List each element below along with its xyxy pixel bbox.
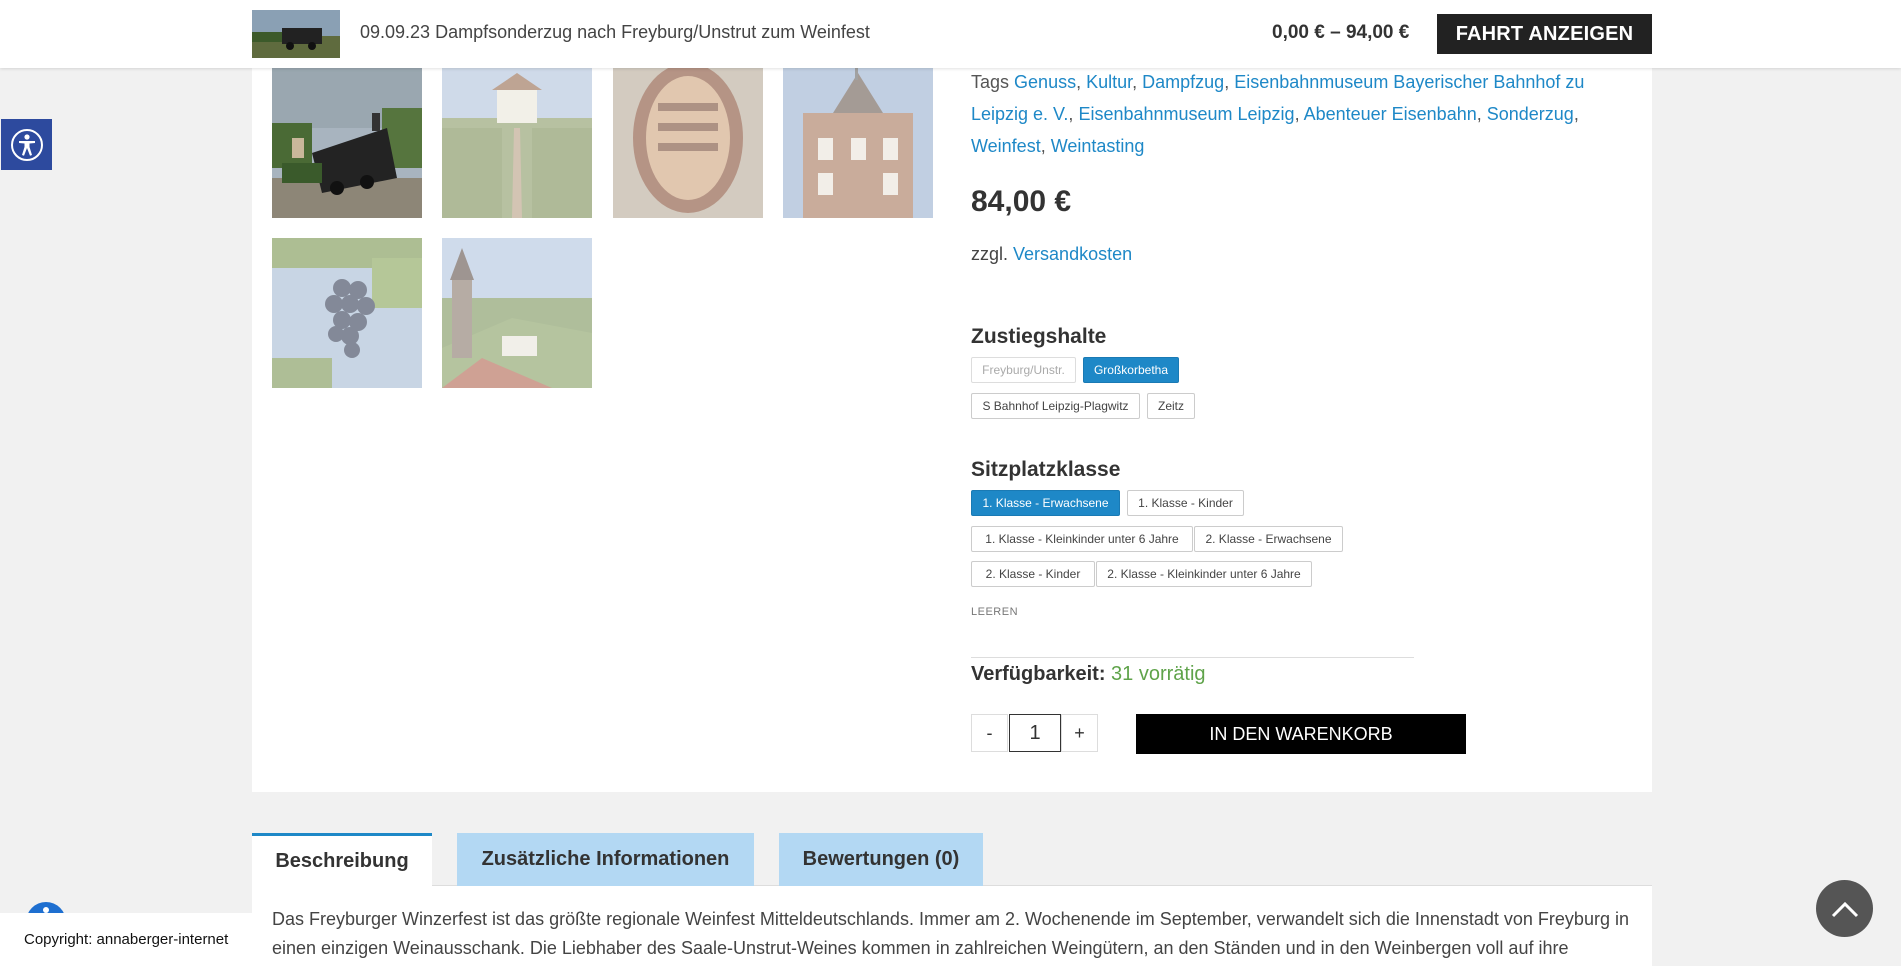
copyright-notice: Copyright: annaberger-internet <box>0 913 252 966</box>
stop-option[interactable]: S Bahnhof Leipzig-Plagwitz <box>971 393 1140 419</box>
class-option[interactable]: 1. Klasse - Kleinkinder unter 6 Jahre <box>971 526 1193 552</box>
clear-selection-link[interactable]: LEEREN <box>971 606 1018 618</box>
tag-link[interactable]: Weinfest <box>971 136 1041 156</box>
stop-option[interactable]: Freyburg/Unstr. <box>971 357 1076 383</box>
class-option[interactable]: 2. Klasse - Kleinkinder unter 6 Jahre <box>1096 561 1312 587</box>
gallery-image-vineyard[interactable] <box>442 68 592 218</box>
tab-description[interactable]: Beschreibung <box>252 833 432 886</box>
tag-link[interactable]: Sonderzug <box>1487 104 1574 124</box>
sticky-product-title: 09.09.23 Dampfsonderzug nach Freyburg/Un… <box>360 22 870 42</box>
product-price: 84,00 € <box>971 185 1072 218</box>
stock-label: Verfügbarkeit: <box>971 663 1106 685</box>
quantity-plus-button[interactable]: + <box>1061 714 1098 752</box>
add-to-cart-button[interactable]: IN DEN WARENKORB <box>1136 714 1466 754</box>
product-tags: Tags Genuss, Kultur, Dampfzug, Eisenbahn… <box>971 72 1585 156</box>
class-option[interactable]: 2. Klasse - Kinder <box>971 561 1095 587</box>
gallery-image-town-hall[interactable] <box>783 68 933 218</box>
stop-option-selected[interactable]: Großkorbetha <box>1083 357 1179 383</box>
description-text: Das Freyburger Winzerfest ist das größte… <box>272 909 1629 958</box>
sticky-product-bar: 09.09.23 Dampfsonderzug nach Freyburg/Un… <box>0 0 1901 68</box>
gallery-image-steam-train[interactable] <box>272 68 422 218</box>
chevron-up-icon <box>1831 901 1858 917</box>
scroll-to-top-button[interactable] <box>1816 880 1873 937</box>
sticky-price-range: 0,00 € – 94,00 € <box>1272 22 1410 43</box>
stock-status: Verfügbarkeit: 31 vorrätig <box>971 663 1206 686</box>
tag-link[interactable]: Dampfzug <box>1142 72 1224 92</box>
stops-label: Zustiegshalte <box>971 325 1107 348</box>
tab-additional-info[interactable]: Zusätzliche Informationen <box>457 833 754 886</box>
divider <box>971 657 1414 658</box>
tag-link[interactable]: Eisenbahnmuseum Leipzig <box>1078 104 1294 124</box>
class-label: Sitzplatzklasse <box>971 458 1121 481</box>
class-option[interactable]: 1. Klasse - Kinder <box>1127 490 1244 516</box>
show-trip-button[interactable]: FAHRT ANZEIGEN <box>1437 14 1652 54</box>
gallery-image-grapes[interactable] <box>272 238 422 388</box>
quantity-input[interactable] <box>1009 714 1061 752</box>
stock-value: 31 vorrätig <box>1111 663 1206 685</box>
product-thumbnail[interactable] <box>252 10 340 58</box>
shipping-link[interactable]: Versandkosten <box>1013 244 1132 264</box>
tab-reviews[interactable]: Bewertungen (0) <box>779 833 983 886</box>
tag-link[interactable]: Genuss <box>1014 72 1076 92</box>
gallery-image-castle-vineyard[interactable] <box>442 238 592 388</box>
tag-link[interactable]: Abenteuer Eisenbahn <box>1304 104 1477 124</box>
gallery-image-wine-barrel[interactable] <box>613 68 763 218</box>
accessibility-icon <box>10 128 43 161</box>
accessibility-button[interactable] <box>1 119 52 170</box>
stop-option[interactable]: Zeitz <box>1147 393 1195 419</box>
tag-link[interactable]: Weintasting <box>1051 136 1145 156</box>
quantity-minus-button[interactable]: - <box>971 714 1008 752</box>
tags-label: Tags <box>971 72 1010 92</box>
shipping-note: zzgl. Versandkosten <box>971 244 1132 265</box>
shipping-prefix: zzgl. <box>971 244 1009 264</box>
tag-link[interactable]: Kultur <box>1086 72 1132 92</box>
description-panel: Das Freyburger Winzerfest ist das größte… <box>252 886 1652 966</box>
class-option[interactable]: 2. Klasse - Erwachsene <box>1194 526 1343 552</box>
class-option-selected[interactable]: 1. Klasse - Erwachsene <box>971 490 1120 516</box>
